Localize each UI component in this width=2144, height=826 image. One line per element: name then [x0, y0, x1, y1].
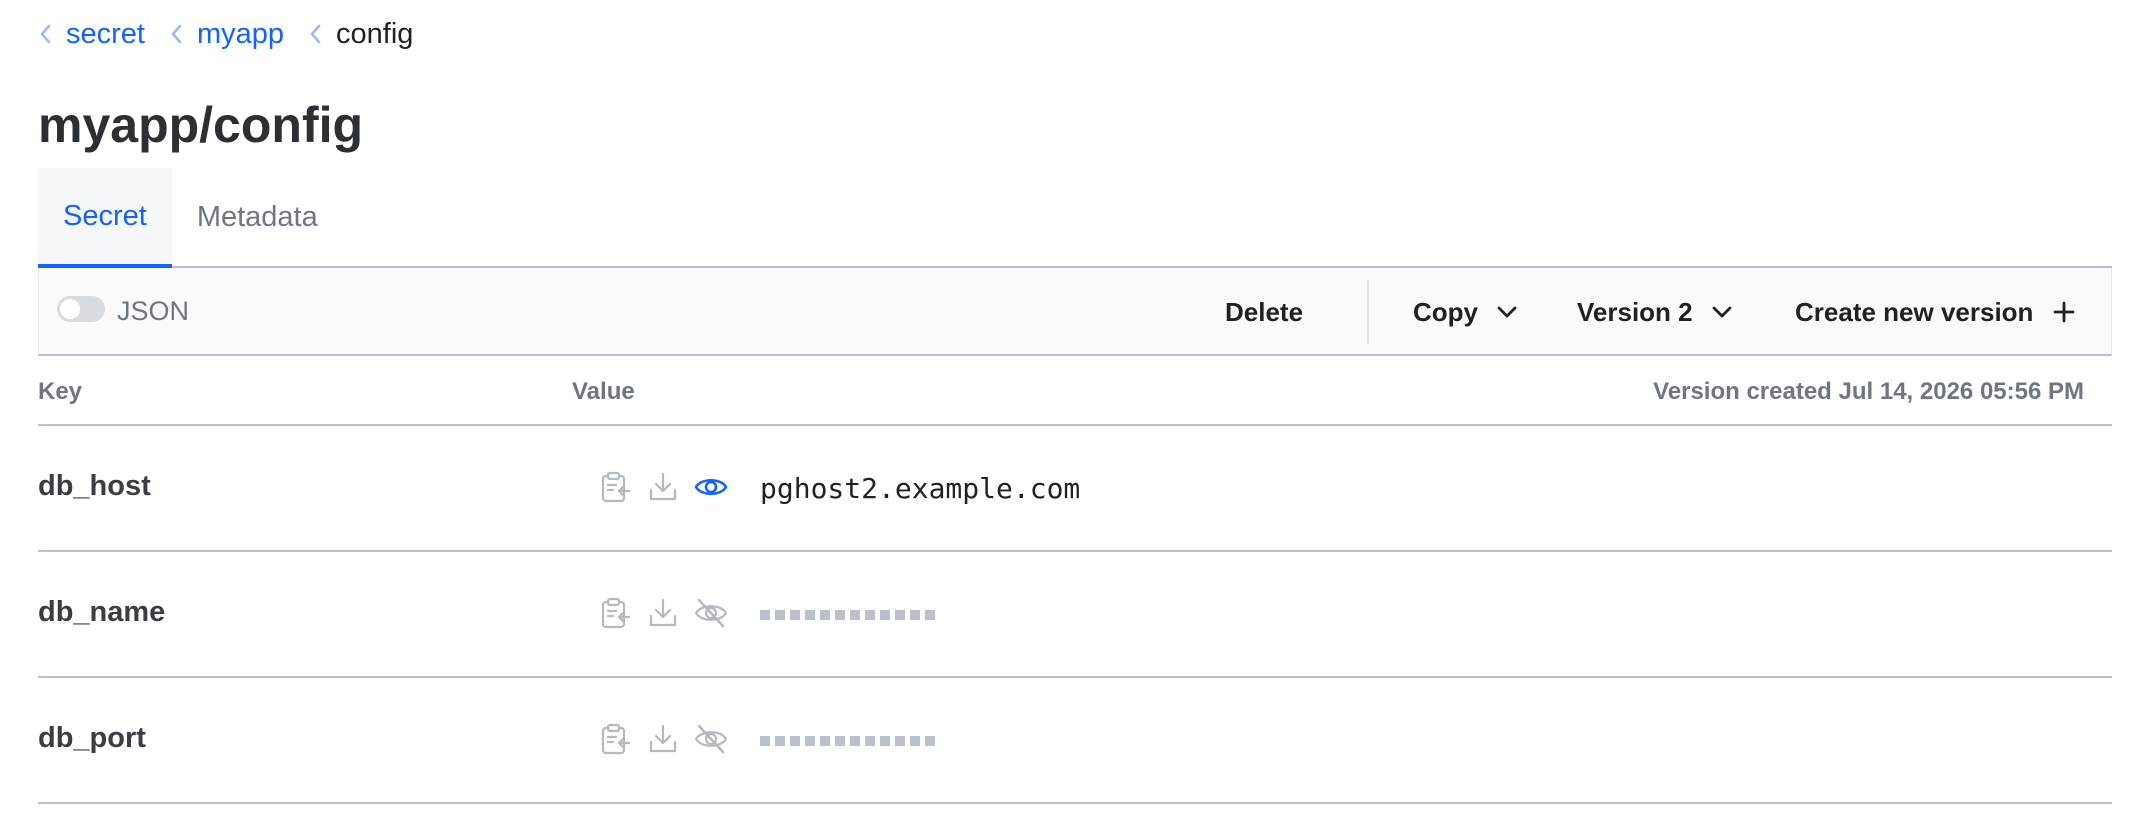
create-new-version-button[interactable]: Create new version: [1795, 268, 2075, 356]
eye-off-icon[interactable]: [694, 596, 728, 630]
clipboard-copy-icon[interactable]: [598, 596, 632, 630]
secret-key: db_name: [38, 596, 166, 628]
tab-bar: Secret Metadata: [38, 168, 2112, 268]
tab-metadata[interactable]: Metadata: [172, 168, 343, 266]
secret-key: db_port: [38, 722, 146, 754]
create-version-label: Create new version: [1795, 296, 2034, 327]
column-header-key: Key: [38, 378, 83, 405]
download-icon[interactable]: [646, 470, 680, 504]
masked-value[interactable]: [760, 610, 940, 620]
table-row: db_port: [38, 678, 2112, 804]
plus-icon: [2054, 301, 2075, 323]
version-button-label: Version 2: [1577, 296, 1693, 327]
breadcrumb-item-secret[interactable]: secret: [38, 18, 145, 51]
row-actions: [598, 470, 742, 504]
version-dropdown-button[interactable]: Version 2: [1577, 268, 1733, 356]
secret-toolbar: JSON Delete Copy Version 2 Create new ve…: [38, 268, 2112, 356]
chevron-down-icon: [1497, 306, 1517, 318]
clipboard-copy-icon[interactable]: [598, 470, 632, 504]
row-actions: [598, 722, 742, 756]
download-icon[interactable]: [646, 596, 680, 630]
download-icon[interactable]: [646, 722, 680, 756]
chevron-down-icon: [1712, 306, 1732, 318]
page-title: myapp/config: [38, 97, 364, 153]
table-row: db_host pghost2.example.com: [38, 426, 2112, 552]
json-toggle[interactable]: [57, 296, 105, 322]
column-header-value: Value: [572, 378, 635, 405]
breadcrumb-item-myapp[interactable]: myapp: [169, 18, 284, 51]
breadcrumb-item-config: config: [308, 18, 413, 51]
copy-dropdown-button[interactable]: Copy: [1413, 268, 1518, 356]
table-row: db_name: [38, 552, 2112, 678]
breadcrumb-current: config: [336, 17, 414, 50]
tab-secret[interactable]: Secret: [38, 168, 172, 268]
chevron-left-icon: [310, 24, 321, 44]
masked-value[interactable]: [760, 736, 940, 746]
breadcrumb: secret myapp config: [38, 14, 437, 54]
breadcrumb-link-myapp[interactable]: myapp: [197, 18, 284, 51]
toolbar-divider: [1367, 280, 1369, 344]
row-actions: [598, 596, 742, 630]
delete-button-label: Delete: [1225, 296, 1304, 327]
secret-value[interactable]: pghost2.example.com: [760, 472, 1080, 505]
json-toggle-label: JSON: [117, 296, 190, 326]
delete-button[interactable]: Delete: [1225, 268, 1303, 356]
version-created-text: Version created Jul 14, 2026 05:56 PM: [1653, 378, 2084, 405]
eye-icon[interactable]: [694, 470, 728, 504]
eye-off-icon[interactable]: [694, 722, 728, 756]
copy-button-label: Copy: [1413, 296, 1478, 327]
table-header: Key Value Version created Jul 14, 2026 0…: [38, 358, 2112, 426]
secret-key: db_host: [38, 470, 151, 502]
toggle-knob: [60, 299, 80, 319]
clipboard-copy-icon[interactable]: [598, 722, 632, 756]
chevron-left-icon: [40, 24, 51, 44]
chevron-left-icon: [171, 24, 182, 44]
breadcrumb-link-secret[interactable]: secret: [66, 18, 145, 51]
